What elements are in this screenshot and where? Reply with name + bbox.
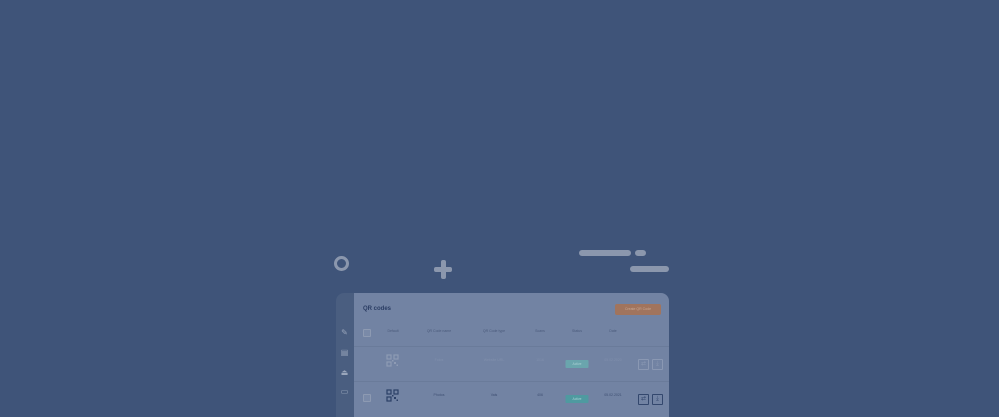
edit-icon[interactable]: ✎: [340, 329, 349, 337]
cell-scans: 406: [537, 393, 543, 397]
folder-icon[interactable]: ▭: [340, 388, 349, 396]
decorative-ring-icon: [334, 256, 349, 271]
header-status[interactable]: Status: [572, 329, 582, 333]
decorative-bar: [635, 250, 646, 256]
table-header: Default QR Code name QR Code type Scans …: [354, 329, 669, 337]
select-all-checkbox[interactable]: [363, 329, 371, 337]
document-icon[interactable]: ▤: [340, 349, 349, 357]
status-badge: Active: [565, 395, 589, 403]
header-date[interactable]: Date: [609, 329, 616, 333]
header-scans[interactable]: Scans: [535, 329, 545, 333]
sidebar: ✎ ▤ ⏏ ▭: [336, 293, 354, 417]
cell-qr-code-type: Vals: [490, 393, 498, 397]
create-qr-code-button[interactable]: Create QR Code: [615, 304, 661, 315]
share-icon[interactable]: ⇄: [638, 394, 649, 405]
download-icon[interactable]: ⤓: [652, 394, 663, 405]
page-title: QR codes: [363, 306, 392, 312]
decorative-bar: [630, 266, 669, 272]
download-icon[interactable]: ⤓: [652, 359, 663, 370]
user-icon[interactable]: ⏏: [340, 369, 349, 377]
table-row[interactable]: Fotos Website URL 1016 Active 05.02.2020…: [354, 346, 669, 377]
cell-date: 05.02.2020: [604, 358, 622, 362]
qr-code-icon: [386, 389, 399, 402]
decorative-bar: [579, 250, 631, 256]
header-qr-code-name[interactable]: QR Code name: [427, 329, 451, 333]
qr-code-icon: [386, 354, 399, 367]
cell-scans: 1016: [536, 358, 544, 362]
cell-date: 05.02.2021: [604, 393, 622, 397]
cell-qr-code-type: Website URL: [483, 358, 505, 362]
cell-qr-code-name: Fotos: [434, 358, 444, 362]
app-window: ✎ ▤ ⏏ ▭ QR codes Create QR Code Default …: [336, 293, 669, 417]
main-panel: QR codes Create QR Code Default QR Code …: [354, 293, 669, 417]
cell-qr-code-name: Photos: [433, 393, 445, 397]
row-checkbox[interactable]: [363, 394, 371, 402]
share-icon[interactable]: ⇄: [638, 359, 649, 370]
header-qr-code-type[interactable]: QR Code type: [483, 329, 505, 333]
header-default: Default: [387, 329, 399, 333]
table-row[interactable]: Photos Vals 406 Active 05.02.2021 ⇄ ⤓: [354, 381, 669, 412]
status-badge: Active: [565, 360, 589, 368]
